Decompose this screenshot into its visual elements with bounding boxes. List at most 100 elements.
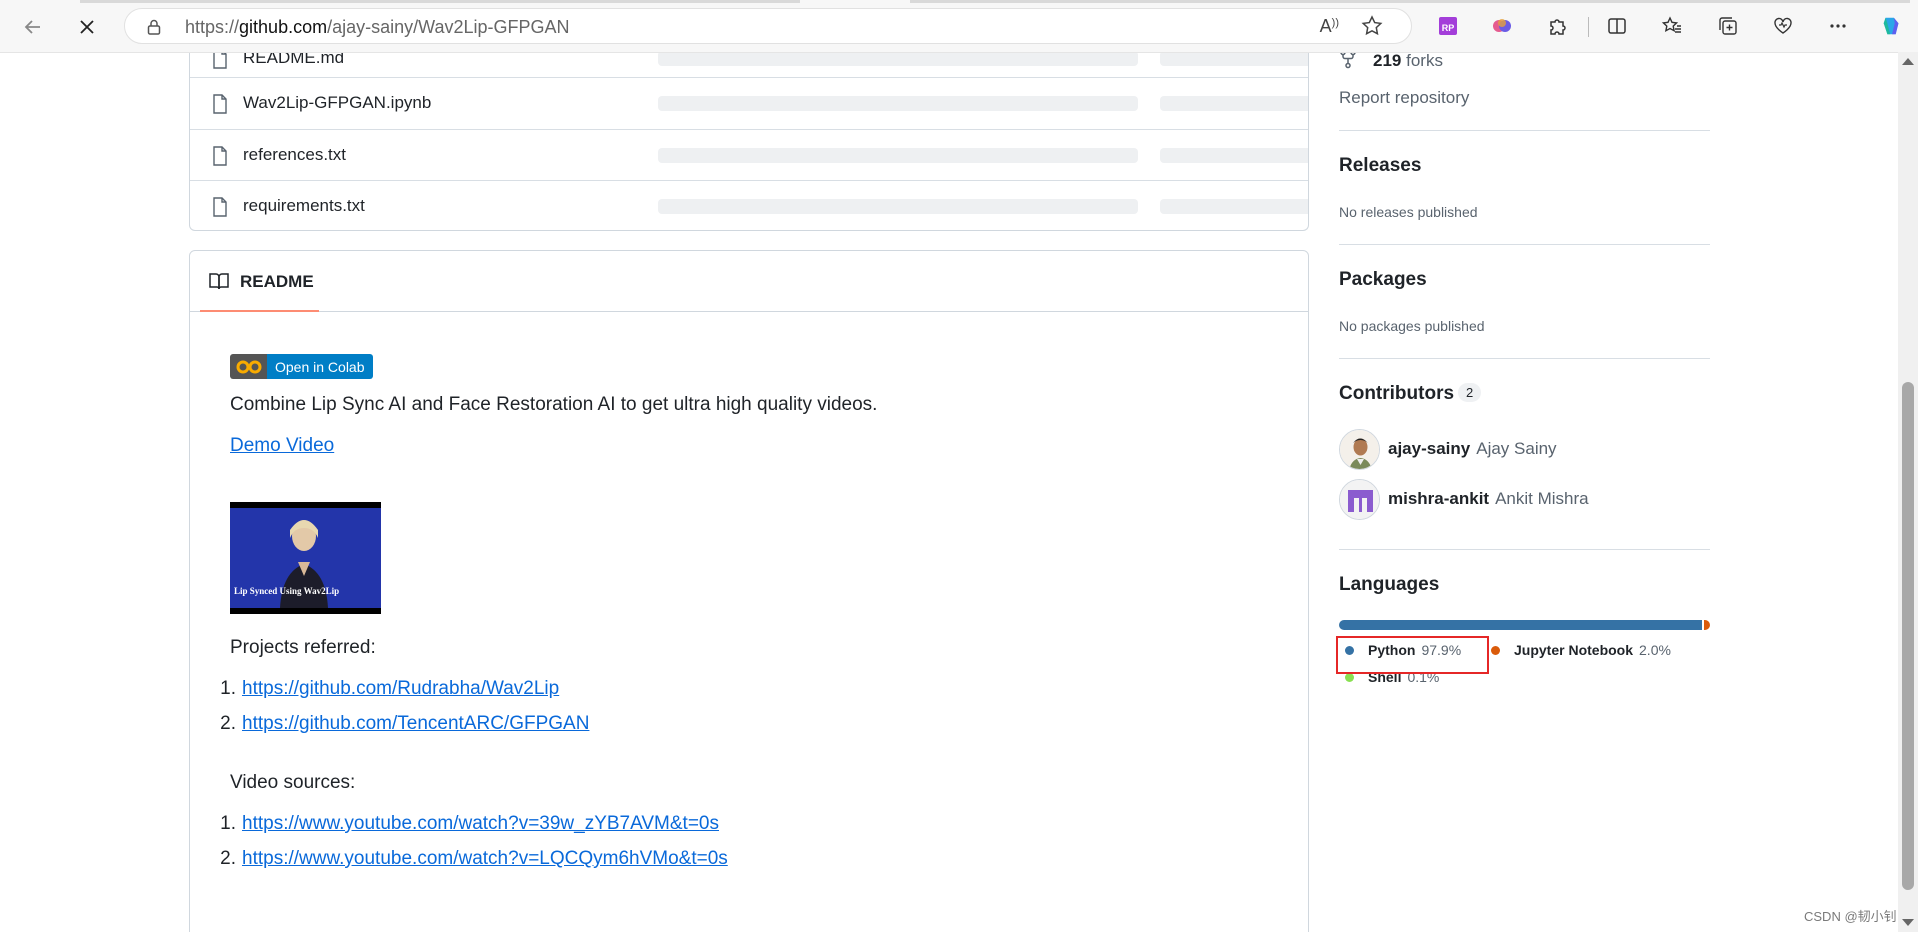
contributors-heading-label: Contributors [1339, 383, 1455, 404]
packages-empty-text: No packages published [1339, 318, 1485, 334]
read-aloud-icon[interactable]: A)) [1320, 16, 1339, 37]
avatar[interactable] [1339, 478, 1380, 520]
divider [1339, 549, 1710, 550]
collections-icon[interactable] [1716, 14, 1740, 38]
close-icon [80, 20, 94, 34]
source-link[interactable]: https://www.youtube.com/watch?v=39w_zYB7… [242, 813, 719, 834]
url-text: https://github.com/ajay-sainy/Wav2Lip-GF… [185, 17, 570, 37]
file-name[interactable]: requirements.txt [243, 196, 365, 216]
extension-rp-icon[interactable]: RP [1436, 14, 1460, 38]
file-row[interactable]: references.txt [190, 129, 1308, 180]
demo-video-link[interactable]: Demo Video [230, 435, 334, 456]
commit-message-placeholder [658, 148, 1138, 163]
commit-date-placeholder [1160, 199, 1308, 214]
readme-description: Combine Lip Sync AI and Face Restoration… [230, 394, 878, 415]
language-name: Jupyter Notebook [1514, 642, 1634, 658]
forks-count: 219 [1373, 52, 1402, 70]
commit-message-placeholder [658, 199, 1138, 214]
back-arrow-icon [24, 20, 40, 34]
file-icon [213, 146, 227, 166]
browser-essentials-icon[interactable] [1771, 14, 1795, 38]
contributor-item[interactable]: mishra-ankit Ankit Mishra [1339, 478, 1589, 520]
language-item-jupyter-notebook[interactable]: Jupyter Notebook 2.0% [1491, 642, 1671, 658]
open-in-colab-badge[interactable]: Open in Colab [230, 354, 373, 379]
sources-heading: Video sources: [230, 772, 356, 793]
colab-logo-icon [230, 354, 267, 379]
scroll-down-arrow-icon[interactable] [1902, 919, 1914, 926]
browser-toolbar: https://github.com/ajay-sainy/Wav2Lip-GF… [0, 0, 1918, 52]
thumbnail-caption: Lip Synced Using Wav2Lip [234, 586, 340, 596]
commit-date-placeholder [1160, 148, 1308, 163]
packages-heading[interactable]: Packages [1339, 269, 1427, 291]
readme-header: README [190, 251, 1308, 312]
project-link[interactable]: https://github.com/TencentARC/GFPGAN [242, 713, 589, 734]
stop-loading-button[interactable] [72, 12, 102, 42]
extension-brain-icon[interactable] [1490, 14, 1514, 38]
contributors-heading[interactable]: Contributors 2 [1339, 383, 1482, 405]
commit-date-placeholder [1160, 53, 1308, 66]
colab-badge-label: Open in Colab [267, 354, 373, 379]
forks-link[interactable]: 219 forks [1339, 52, 1443, 71]
book-icon [209, 273, 229, 290]
file-row[interactable]: requirements.txt [190, 180, 1308, 231]
list-item: 2. https://github.com/TencentARC/GFPGAN [202, 713, 589, 735]
contributors-count-badge: 2 [1458, 383, 1482, 402]
scroll-thumb[interactable] [1902, 382, 1914, 890]
file-icon [213, 197, 227, 217]
language-percent: 2.0% [1639, 642, 1671, 658]
more-options-icon[interactable] [1826, 14, 1850, 38]
report-repository-link[interactable]: Report repository [1339, 88, 1469, 108]
file-icon [213, 53, 227, 69]
file-icon [213, 94, 227, 114]
list-item: 1. https://www.youtube.com/watch?v=39w_zY… [202, 813, 719, 835]
file-name[interactable]: references.txt [243, 145, 346, 165]
language-color-dot [1491, 645, 1500, 655]
list-number: 1. [220, 813, 236, 834]
fork-icon [1340, 53, 1356, 69]
readme-panel: README Open in Colab Combine Lip Sync AI… [189, 250, 1309, 932]
thumbnail-image [230, 502, 381, 614]
divider [1339, 358, 1710, 359]
favorite-star-icon[interactable] [1361, 15, 1383, 37]
favorites-icon[interactable] [1660, 14, 1684, 38]
list-number: 1. [220, 678, 236, 699]
back-button[interactable] [18, 12, 48, 42]
commit-message-placeholder [658, 96, 1138, 111]
extensions-puzzle-icon[interactable] [1545, 14, 1569, 38]
source-link[interactable]: https://www.youtube.com/watch?v=LQCQym6h… [242, 848, 728, 869]
file-list: README.md Wav2Lip-GFPGAN.ipynb reference… [189, 53, 1309, 231]
file-name[interactable]: Wav2Lip-GFPGAN.ipynb [243, 93, 431, 113]
commit-date-placeholder [1160, 96, 1308, 111]
copilot-icon[interactable] [1880, 14, 1904, 38]
file-name[interactable]: README.md [243, 53, 344, 68]
divider [1339, 130, 1710, 131]
file-row[interactable]: Wav2Lip-GFPGAN.ipynb [190, 77, 1308, 128]
lock-icon [147, 19, 161, 35]
language-bar-segment-python [1339, 620, 1703, 630]
page-scrollbar[interactable] [1898, 52, 1918, 932]
project-link[interactable]: https://github.com/Rudrabha/Wav2Lip [242, 678, 559, 699]
demo-video-link-container: Demo Video [230, 435, 334, 457]
language-bar-segment-jupyter [1704, 620, 1710, 630]
readme-tab-label: README [240, 272, 314, 291]
projects-heading: Projects referred: [230, 637, 376, 658]
list-item: 1. https://github.com/Rudrabha/Wav2Lip [202, 678, 559, 700]
avatar[interactable] [1339, 428, 1380, 470]
tab-readme[interactable]: README [200, 251, 319, 312]
commit-message-placeholder [658, 53, 1138, 66]
list-number: 2. [220, 713, 236, 734]
tab-strip-edge [0, 0, 1918, 3]
contributor-name: Ankit Mishra [1495, 489, 1589, 508]
demo-video-thumbnail[interactable]: Lip Synced Using Wav2Lip [230, 502, 381, 614]
contributor-login: ajay-sainy [1388, 439, 1471, 458]
forks-label: forks [1406, 52, 1443, 70]
svg-text:RP: RP [1442, 23, 1455, 33]
releases-heading[interactable]: Releases [1339, 155, 1421, 177]
split-screen-icon[interactable] [1605, 14, 1629, 38]
contributor-login: mishra-ankit [1388, 489, 1490, 508]
contributor-item[interactable]: ajay-sainy Ajay Sainy [1339, 428, 1557, 470]
list-item: 2. https://www.youtube.com/watch?v=LQCQym… [202, 848, 728, 870]
scroll-up-arrow-icon[interactable] [1902, 58, 1914, 65]
address-bar[interactable]: https://github.com/ajay-sainy/Wav2Lip-GF… [124, 8, 1412, 44]
toolbar-separator [1588, 17, 1589, 37]
